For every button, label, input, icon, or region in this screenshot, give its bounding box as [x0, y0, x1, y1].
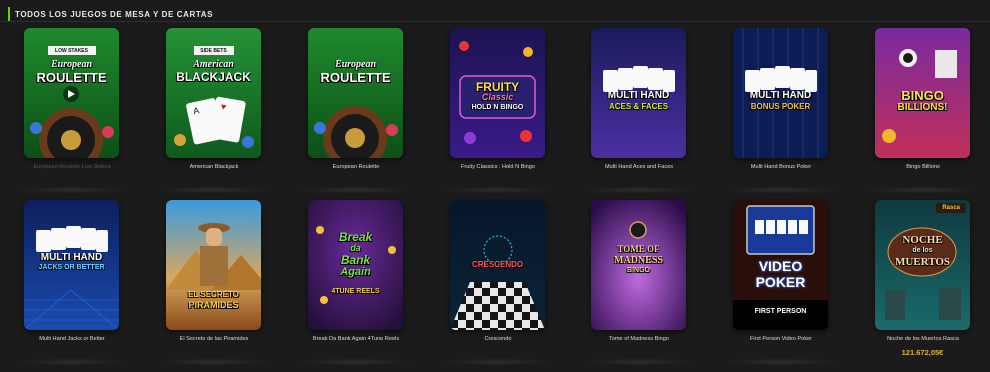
game-tile[interactable]: Rasca NOCHE de los MUERTOS Noche de los … — [875, 200, 970, 357]
thumb-text: VIDEO — [758, 258, 803, 274]
thumb-text: BINGO — [901, 88, 944, 103]
thumb-text: ROULETTE — [36, 70, 107, 85]
thumb-text: BILLIONS! — [897, 102, 948, 113]
thumb-text: MUERTOS — [894, 256, 951, 268]
game-title[interactable]: European Roulette Low Stakes — [12, 164, 132, 170]
thumb-text: ACES & FACES — [608, 102, 669, 111]
game-title[interactable]: Fruity Classics : Hold N Bingo — [438, 164, 558, 170]
thumb-text: Bank — [340, 253, 371, 267]
accent-bar — [8, 7, 10, 21]
thumb-text: PIRAMIDES — [188, 300, 239, 310]
game-title[interactable]: Bingo Billions — [863, 164, 983, 170]
game-title[interactable]: Multi Hand Jacks or Better — [12, 336, 132, 342]
thumb-text: LOW STAKES — [55, 48, 88, 54]
game-title[interactable]: Multi Hand Bonus Poker — [721, 164, 841, 170]
thumb-text: de los — [912, 247, 933, 254]
thumb-text: NOCHE — [902, 234, 943, 246]
thumb-text: HOLD N BINGO — [471, 104, 524, 111]
thumb-text: POKER — [755, 274, 806, 290]
game-thumbnail[interactable]: MULTI HAND ACES & FACES — [591, 28, 686, 158]
thumb-text: da — [350, 243, 361, 253]
games-row: LOW STAKES European ROULETTE European Ro… — [14, 28, 980, 200]
game-thumbnail[interactable]: VIDEO POKER FIRST PERSON — [733, 200, 828, 330]
divider — [0, 21, 990, 22]
tile-shadow — [723, 358, 838, 366]
thumb-text: MADNESS — [614, 255, 663, 266]
rasca-badge: Rasca — [936, 203, 966, 213]
thumb-text: EL SECRETO — [188, 290, 239, 299]
game-title[interactable]: Noche de los Muertos Rasca — [863, 336, 983, 342]
thumb-text: BONUS POKER — [750, 102, 811, 111]
game-tile[interactable]: TOME OF MADNESS BINGO Tome of Madness Bi… — [581, 200, 696, 366]
tile-shadow — [156, 358, 271, 366]
game-thumbnail[interactable]: MULTI HAND BONUS POKER — [733, 28, 828, 158]
tile-shadow — [865, 186, 980, 194]
game-thumbnail[interactable]: EL SECRETO PIRAMIDES — [166, 200, 261, 330]
game-tile[interactable]: CRESCENDO Crescendo — [440, 200, 555, 366]
thumb-text: MULTI HAND — [40, 252, 103, 263]
game-title[interactable]: Crescendo — [438, 336, 558, 342]
tile-shadow — [723, 186, 838, 194]
thumb-text: Classic — [481, 92, 514, 102]
game-tile[interactable]: Break da Bank Again 4TUNE REELS Break Da… — [298, 200, 413, 366]
thumb-text: MULTI HAND — [607, 90, 670, 101]
game-title[interactable]: American Blackjack — [154, 164, 274, 170]
thumb-text: European — [50, 59, 93, 70]
tile-shadow — [14, 186, 129, 194]
games-grid: LOW STAKES European ROULETTE European Ro… — [14, 28, 980, 372]
game-thumbnail[interactable]: FRUITY Classic HOLD N BINGO — [450, 28, 545, 158]
tile-shadow — [298, 358, 413, 366]
game-tile[interactable]: MULTI HAND ACES & FACES Multi Hand Aces … — [581, 28, 696, 194]
thumb-text: European — [334, 59, 377, 70]
game-title[interactable]: Tome of Madness Bingo — [579, 336, 699, 342]
game-tile[interactable]: FRUITY Classic HOLD N BINGO Fruity Class… — [440, 28, 555, 194]
section-title: TODOS LOS JUEGOS DE MESA Y DE CARTAS — [15, 9, 214, 19]
thumb-text: TOME OF — [617, 244, 660, 254]
thumb-text: MULTI HAND — [749, 90, 812, 101]
game-thumbnail[interactable]: Rasca NOCHE de los MUERTOS — [875, 200, 970, 330]
tile-shadow — [156, 186, 271, 194]
games-row: MULTI HAND JACKS OR BETTER Multi Hand Ja… — [14, 200, 970, 372]
game-thumbnail[interactable]: Break da Bank Again 4TUNE REELS — [308, 200, 403, 330]
game-tile[interactable]: EL SECRETO PIRAMIDES El Secreto de las P… — [156, 200, 271, 366]
tile-shadow — [298, 186, 413, 194]
thumb-text: American — [193, 59, 234, 70]
game-title[interactable]: Multi Hand Aces and Faces — [579, 164, 699, 170]
game-tile[interactable]: MULTI HAND BONUS POKER Multi Hand Bonus … — [723, 28, 838, 194]
game-thumbnail[interactable]: European ROULETTE — [308, 28, 403, 158]
thumb-text: ROULETTE — [320, 70, 391, 85]
game-thumbnail[interactable]: CRESCENDO — [450, 200, 545, 330]
thumb-text: SIDE BETS — [200, 48, 227, 54]
thumb-text: JACKS OR BETTER — [38, 264, 105, 271]
thumb-text: BINGO — [627, 267, 650, 274]
thumb-text: Break — [338, 230, 373, 244]
game-thumbnail[interactable]: LOW STAKES European ROULETTE — [24, 28, 119, 158]
game-tile[interactable]: A ♥ SIDE BETS American BLACKJACK America… — [156, 28, 271, 194]
thumb-text: FIRST PERSON — [754, 308, 807, 315]
game-title[interactable]: European Roulette — [296, 164, 416, 170]
game-title[interactable]: First Person Video Poker — [721, 336, 841, 342]
game-tile[interactable]: LOW STAKES European ROULETTE European Ro… — [14, 28, 129, 194]
thumb-text: 4TUNE REELS — [331, 288, 380, 295]
game-tile[interactable]: BINGO BILLIONS! Bingo Billions — [865, 28, 980, 194]
tile-shadow — [581, 358, 696, 366]
jackpot-amount: 121.672,05€ — [901, 348, 944, 357]
tile-shadow — [14, 358, 129, 366]
game-thumbnail[interactable]: MULTI HAND JACKS OR BETTER — [24, 200, 119, 330]
game-thumbnail[interactable]: A ♥ SIDE BETS American BLACKJACK — [166, 28, 261, 158]
game-title[interactable]: El Secreto de las Piramides — [154, 336, 274, 342]
game-thumbnail[interactable]: BINGO BILLIONS! — [875, 28, 970, 158]
thumb-text: Again — [340, 266, 371, 278]
game-tile[interactable]: MULTI HAND JACKS OR BETTER Multi Hand Ja… — [14, 200, 129, 366]
section-header: TODOS LOS JUEGOS DE MESA Y DE CARTAS — [8, 6, 213, 22]
thumb-text: BLACKJACK — [176, 70, 251, 84]
game-tile[interactable]: European ROULETTE European Roulette — [298, 28, 413, 194]
tile-shadow — [581, 186, 696, 194]
tile-shadow — [440, 358, 555, 366]
game-title[interactable]: Break Da Bank Again 4Tune Reels — [296, 336, 416, 342]
game-thumbnail[interactable]: TOME OF MADNESS BINGO — [591, 200, 686, 330]
thumb-text: CRESCENDO — [471, 260, 524, 269]
game-tile[interactable]: VIDEO POKER FIRST PERSON First Person Vi… — [723, 200, 838, 366]
tile-shadow — [440, 186, 555, 194]
